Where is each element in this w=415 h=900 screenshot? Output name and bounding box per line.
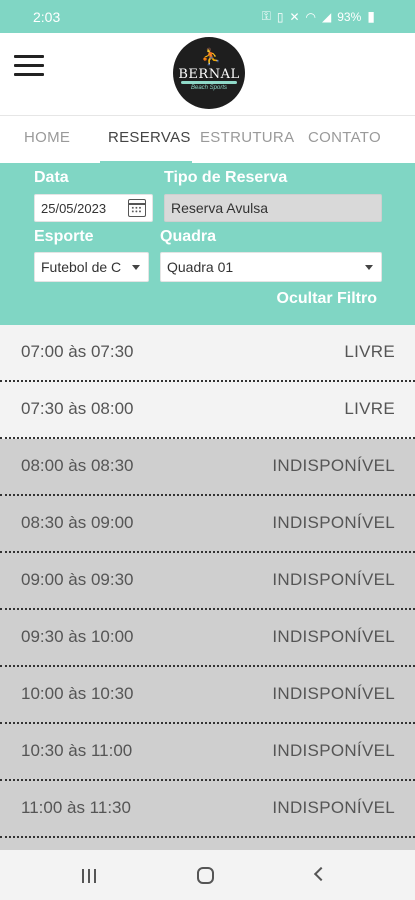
system-nav-bar <box>0 850 415 900</box>
battery-saver-icon: ▯ <box>276 9 284 24</box>
time-slot-row[interactable]: 10:30 às 11:00 INDISPONÍVEL <box>0 724 415 781</box>
court-select[interactable]: Quadra 01 <box>160 252 382 282</box>
wifi-icon: ◠ <box>305 9 317 24</box>
slot-status: INDISPONÍVEL <box>272 456 395 475</box>
date-input[interactable]: 25/05/2023 <box>34 194 153 222</box>
volleyball-player-icon: ⛹ <box>201 49 221 66</box>
chevron-down-icon <box>132 265 140 270</box>
signal-icon: ◢ <box>322 9 332 24</box>
time-slot-row[interactable]: 07:00 às 07:30 LIVRE <box>0 325 415 382</box>
time-slot-row[interactable]: 10:00 às 10:30 INDISPONÍVEL <box>0 667 415 724</box>
time-slot-row[interactable]: 11:00 às 11:30 INDISPONÍVEL <box>0 781 415 838</box>
time-slot-row[interactable]: 09:00 às 09:30 INDISPONÍVEL <box>0 553 415 610</box>
sport-label: Esporte <box>34 228 94 245</box>
logo-subtext: Beach Sports <box>190 85 228 91</box>
filter-panel: Data Tipo de Reserva 25/05/2023 Reserva … <box>0 163 415 325</box>
slot-time: 08:00 às 08:30 <box>21 456 134 475</box>
reservation-type-field: Reserva Avulsa <box>164 194 382 222</box>
status-time: 2:03 <box>33 9 61 25</box>
logo-wave <box>181 81 237 84</box>
slot-time: 07:30 às 08:00 <box>21 399 134 418</box>
time-slot-row[interactable]: 09:30 às 10:00 INDISPONÍVEL <box>0 610 415 667</box>
home-icon[interactable] <box>197 867 214 884</box>
mute-icon: ✕ <box>289 9 300 24</box>
time-slot-list: 07:00 às 07:30 LIVRE 07:30 às 08:00 LIVR… <box>0 325 415 850</box>
date-value: 25/05/2023 <box>41 200 107 216</box>
court-value: Quadra 01 <box>167 259 234 275</box>
date-label: Data <box>34 169 69 186</box>
time-slot-row[interactable]: 08:30 às 09:00 INDISPONÍVEL <box>0 496 415 553</box>
slot-status: INDISPONÍVEL <box>272 741 395 760</box>
nav-tabs: HOME RESERVAS ESTRUTURA CONTATO <box>0 115 415 164</box>
tab-home[interactable]: HOME <box>24 129 70 146</box>
slot-time: 10:30 às 11:00 <box>21 741 133 760</box>
battery-icon: ▮ <box>367 8 375 24</box>
tab-estrutura[interactable]: ESTRUTURA <box>200 129 294 146</box>
slot-status: LIVRE <box>344 399 395 418</box>
slot-status: INDISPONÍVEL <box>272 513 395 532</box>
slot-time: 11:00 às 11:30 <box>21 798 131 817</box>
slot-time: 08:30 às 09:00 <box>21 513 134 532</box>
time-slot-row[interactable] <box>0 838 415 850</box>
slot-time: 09:30 às 10:00 <box>21 627 134 646</box>
slot-time: 09:00 às 09:30 <box>21 570 134 589</box>
slot-time: 10:00 às 10:30 <box>21 684 134 703</box>
status-icons: ⚿ ▯ ✕ ◠ ◢ 93% ▮ <box>262 8 375 25</box>
battery-percentage: 93% <box>337 9 362 24</box>
court-label: Quadra <box>160 228 217 245</box>
reservation-type-label: Tipo de Reserva <box>164 169 288 186</box>
back-icon[interactable] <box>313 866 329 882</box>
slot-status: INDISPONÍVEL <box>272 570 395 589</box>
slot-status: LIVRE <box>344 342 395 361</box>
slot-time: 07:00 às 07:30 <box>21 342 134 361</box>
tab-reservas[interactable]: RESERVAS <box>108 129 191 146</box>
calendar-icon[interactable] <box>128 199 146 217</box>
chevron-down-icon <box>365 265 373 270</box>
sport-select[interactable]: Futebol de C <box>34 252 149 282</box>
slot-status: INDISPONÍVEL <box>272 798 395 817</box>
status-bar: 2:03 ⚿ ▯ ✕ ◠ ◢ 93% ▮ <box>0 0 415 33</box>
slot-status: INDISPONÍVEL <box>272 684 395 703</box>
sport-value: Futebol de C <box>41 259 122 275</box>
hide-filter-link[interactable]: Ocultar Filtro <box>277 290 377 308</box>
logo-text: BERNAL <box>178 67 240 82</box>
app-header: ⛹ BERNAL Beach Sports <box>0 33 415 115</box>
tab-contato[interactable]: CONTATO <box>308 129 381 146</box>
reservation-type-value: Reserva Avulsa <box>171 200 269 216</box>
recent-apps-icon[interactable] <box>82 869 98 883</box>
logo[interactable]: ⛹ BERNAL Beach Sports <box>173 37 245 109</box>
time-slot-row[interactable]: 08:00 às 08:30 INDISPONÍVEL <box>0 439 415 496</box>
menu-icon[interactable] <box>14 55 44 77</box>
slot-status: INDISPONÍVEL <box>272 627 395 646</box>
key-icon: ⚿ <box>261 9 271 23</box>
time-slot-row[interactable]: 07:30 às 08:00 LIVRE <box>0 382 415 439</box>
